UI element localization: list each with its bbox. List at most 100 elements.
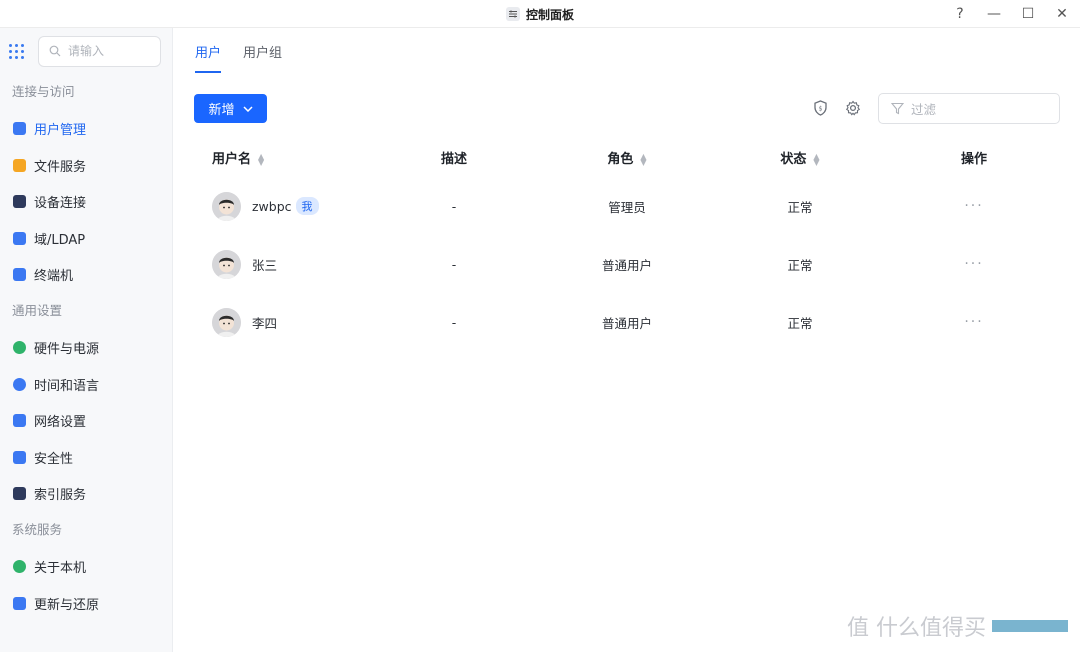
- sidebar-search[interactable]: [38, 35, 161, 67]
- more-actions-icon[interactable]: ···: [964, 314, 983, 330]
- more-actions-icon[interactable]: ···: [964, 198, 983, 214]
- sidebar-item[interactable]: 更新与还原: [0, 585, 172, 622]
- cell-desc: -: [451, 198, 457, 214]
- sidebar: 连接与访问用户管理文件服务设备连接域/LDAP 终端机通用设置硬件与电源时间和语言…: [0, 28, 173, 652]
- refresh-icon: [13, 596, 26, 610]
- table-row[interactable]: 李四 - 普通用户 正常 ···: [194, 293, 1060, 351]
- sidebar-item[interactable]: 文件服务: [0, 147, 172, 184]
- title-bar: 控制面板 ? — ☐ ✕: [0, 0, 1080, 28]
- globe-icon: [13, 377, 26, 391]
- sidebar-item-label: 硬件与电源: [34, 342, 100, 358]
- cell-actions: ···: [888, 235, 1060, 293]
- shield-icon: [13, 450, 26, 464]
- cell-actions: ···: [888, 177, 1060, 235]
- table-row[interactable]: 张三 - 普通用户 正常 ···: [194, 235, 1060, 293]
- sidebar-item-label: 设备连接: [34, 196, 87, 212]
- cell-username: 张三: [194, 235, 366, 293]
- cell-username: 李四: [194, 293, 366, 351]
- search-input[interactable]: [68, 44, 148, 58]
- chevron-down-icon: [242, 105, 253, 112]
- filter-field[interactable]: 过滤: [878, 93, 1060, 124]
- cell-status: 正常: [787, 257, 813, 273]
- sidebar-item[interactable]: 时间和语言: [0, 366, 172, 403]
- sidebar-item-label: 时间和语言: [34, 378, 100, 394]
- sidebar-item[interactable]: 终端机: [0, 257, 172, 294]
- gear-icon[interactable]: [844, 99, 862, 117]
- tab-users[interactable]: 用户: [195, 42, 222, 73]
- sidebar-item-label: 文件服务: [34, 159, 87, 175]
- sort-icon[interactable]: ▲ ▼: [813, 152, 819, 166]
- sidebar-item-label: 终端机: [34, 269, 74, 285]
- tab-user-groups[interactable]: 用户组: [243, 42, 282, 73]
- sidebar-item-label: 用户管理: [34, 123, 87, 139]
- col-username[interactable]: 用户名 ▲ ▼: [194, 138, 366, 177]
- terminal-icon: [13, 268, 26, 282]
- add-button[interactable]: 新增: [194, 94, 267, 123]
- sidebar-item-label: 更新与还原: [34, 597, 100, 613]
- username-text: 李四: [252, 315, 278, 331]
- sidebar-item[interactable]: 硬件与电源: [0, 330, 172, 367]
- username-text: zwbpc: [252, 198, 292, 214]
- table-row[interactable]: zwbpc 我 - 管理员 正常 ···: [194, 177, 1060, 235]
- avatar: [212, 307, 241, 337]
- sidebar-item[interactable]: 网络设置: [0, 403, 172, 440]
- cell-actions: ···: [888, 293, 1060, 351]
- cell-status: 正常: [787, 199, 813, 215]
- search-icon: [49, 45, 61, 57]
- me-badge: 我: [295, 197, 319, 215]
- sort-icon[interactable]: ▲ ▼: [640, 152, 646, 166]
- username-text: 张三: [252, 257, 278, 273]
- col-desc: 描述: [440, 152, 467, 167]
- sidebar-item[interactable]: 索引服务: [0, 476, 172, 513]
- col-actions: 操作: [960, 152, 987, 167]
- sidebar-item[interactable]: 设备连接: [0, 184, 172, 221]
- folder-icon: [13, 158, 26, 172]
- users-table: 用户名 ▲ ▼ 描述 角色 ▲ ▼ 状态 ▲ ▼ 操作 zwbpc 我 - 管理员 正常 ·…: [194, 138, 1060, 351]
- sidebar-item[interactable]: 用户管理: [0, 111, 172, 148]
- index-icon: [13, 487, 26, 501]
- more-actions-icon[interactable]: ···: [964, 256, 983, 272]
- cell-role: 普通用户: [601, 257, 652, 273]
- sidebar-section-heading: 连接与访问: [12, 84, 75, 99]
- col-status[interactable]: 状态 ▲ ▼: [712, 138, 888, 177]
- avatar: [212, 191, 241, 221]
- sidebar-section-heading: 通用设置: [12, 303, 63, 318]
- watermark: 值 什么值得买: [847, 610, 1068, 642]
- col-role[interactable]: 角色 ▲ ▼: [542, 138, 712, 177]
- cell-status: 正常: [787, 315, 813, 331]
- device-icon: [13, 195, 26, 209]
- watermark-bar: [992, 620, 1068, 632]
- sidebar-item-label: 域/LDAP: [34, 232, 86, 248]
- app-grid-icon[interactable]: [9, 43, 24, 59]
- cell-role: 普通用户: [601, 315, 652, 331]
- help-icon[interactable]: ?: [952, 0, 968, 28]
- user-manage-icon: [13, 122, 26, 136]
- security-shield-icon[interactable]: $: [811, 99, 829, 117]
- sidebar-item-label: 索引服务: [34, 488, 87, 504]
- avatar: [212, 249, 241, 279]
- window-title: 控制面板: [0, 0, 1080, 28]
- sort-icon[interactable]: ▲ ▼: [258, 152, 264, 166]
- domain-icon: [13, 231, 26, 245]
- sidebar-item-label: 安全性: [34, 451, 74, 467]
- filter-icon: [891, 102, 904, 115]
- minimize-button[interactable]: —: [986, 0, 1002, 28]
- control-panel-icon: [505, 7, 520, 21]
- cell-desc: -: [451, 256, 457, 272]
- cell-desc: -: [451, 314, 457, 330]
- main-panel: 用户 用户组 新增 $ 过滤 用户名 ▲ ▼ 描述 角色 ▲ ▼ 状态 ▲ ▼ 操作: [174, 28, 1080, 652]
- sidebar-item-label: 网络设置: [34, 415, 87, 431]
- sidebar-item[interactable]: 安全性: [0, 439, 172, 476]
- hardware-icon: [13, 341, 26, 355]
- svg-text:$: $: [818, 106, 822, 113]
- sidebar-item-label: 关于本机: [34, 561, 87, 577]
- info-icon: [13, 560, 26, 574]
- close-button[interactable]: ✕: [1054, 0, 1070, 28]
- cell-role: 管理员: [608, 199, 646, 215]
- cell-username: zwbpc 我: [194, 177, 366, 235]
- sidebar-item[interactable]: 关于本机: [0, 549, 172, 586]
- table-header-row: 用户名 ▲ ▼ 描述 角色 ▲ ▼ 状态 ▲ ▼ 操作: [194, 138, 1060, 177]
- sidebar-item[interactable]: 域/LDAP: [0, 220, 172, 257]
- sidebar-section-heading: 系统服务: [12, 522, 63, 537]
- maximize-button[interactable]: ☐: [1020, 0, 1036, 28]
